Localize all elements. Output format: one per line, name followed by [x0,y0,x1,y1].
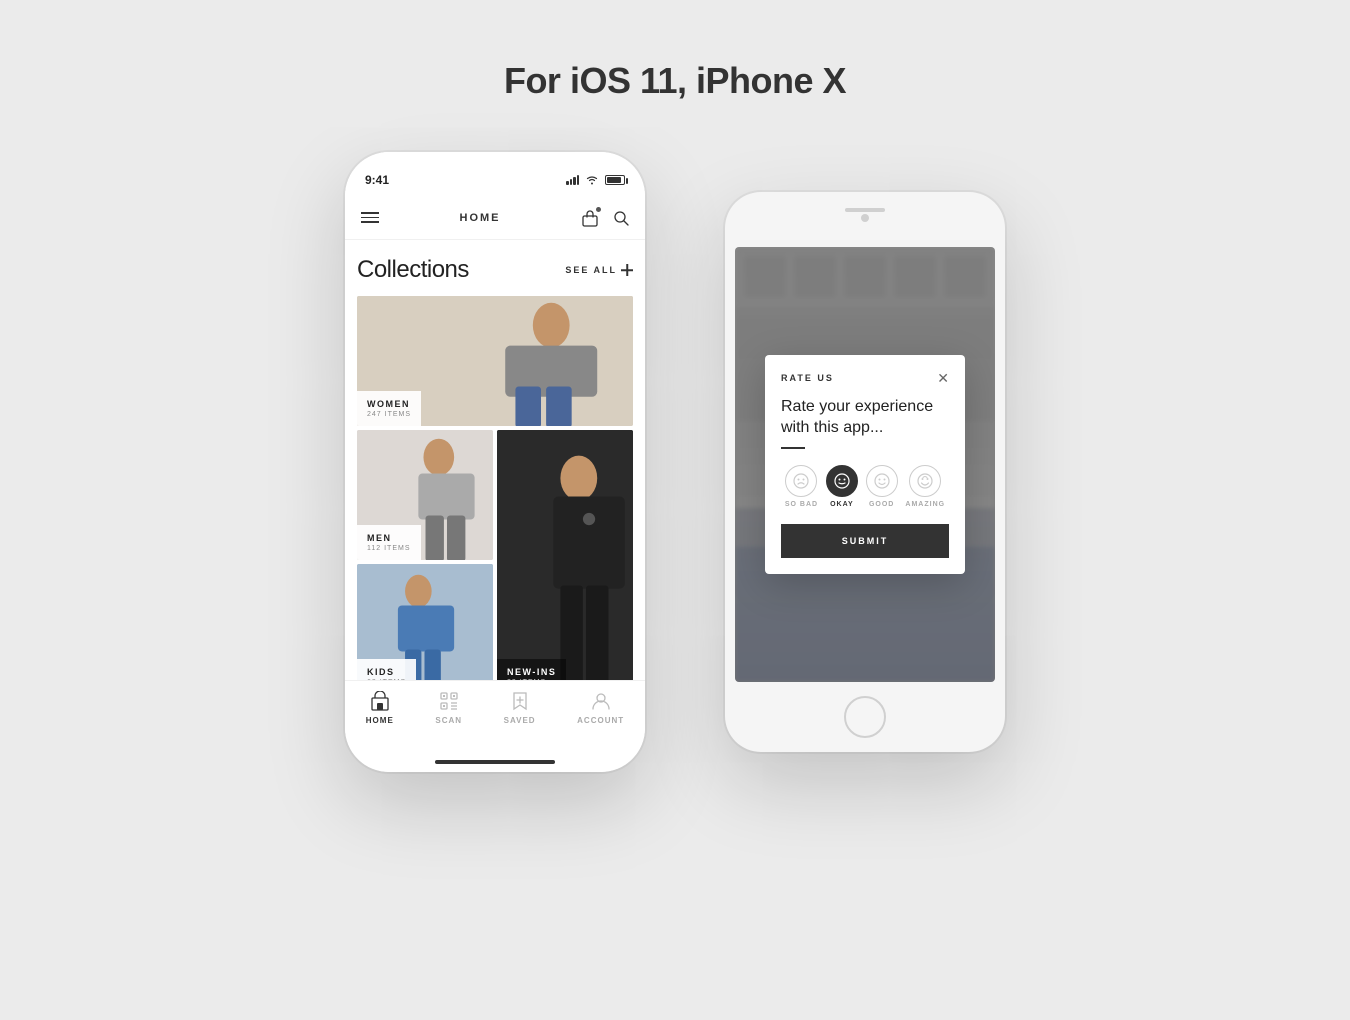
men-label: MEN 112 ITEMS [357,525,421,560]
status-time: 9:41 [365,173,389,187]
nav-icons [581,209,629,227]
front-camera [861,214,869,222]
so-bad-icon [785,465,817,497]
status-bar: 9:41 [345,152,645,196]
menu-icon[interactable] [361,212,379,223]
collections-heading: Collections [357,256,469,284]
status-icons [566,175,625,185]
close-icon[interactable]: ✕ [937,371,949,385]
women-label: WOMEN 247 ITEMS [357,391,421,426]
amazing-label: AMAZING [905,501,945,508]
collection-newins[interactable]: NEW-INS 23 ITEMS [497,430,633,680]
nav-title: HOME [460,212,501,224]
newins-label: NEW-INS 23 ITEMS [497,659,566,680]
search-icon[interactable] [613,210,629,226]
app-navbar: HOME [345,196,645,240]
newins-count: 23 ITEMS [507,679,556,680]
scan-tab-icon [437,689,461,713]
women-name: WOMEN [367,399,411,410]
modal-divider [781,447,805,449]
men-count: 112 ITEMS [367,545,411,552]
collection-kids[interactable]: KIDS 62 ITEMS [357,564,493,680]
app-content: Collections SEE ALL [345,240,645,680]
iphone-x-device: 9:41 [345,152,645,772]
women-count: 247 ITEMS [367,411,411,418]
account-tab-icon [589,689,613,713]
modal-header: RATE US ✕ [781,371,949,385]
tab-saved[interactable]: SAVED [504,689,536,725]
good-icon [866,465,898,497]
see-all-button[interactable]: SEE ALL [565,264,633,276]
kids-label: KIDS 62 ITEMS [357,659,416,680]
home-indicator [345,752,645,772]
rating-so-bad[interactable]: SO BAD [785,465,818,508]
home-tab-icon [368,689,392,713]
saved-tab-label: SAVED [504,716,536,725]
rating-amazing[interactable]: AMAZING [905,465,945,508]
collection-men[interactable]: MEN 112 ITEMS [357,430,493,560]
saved-tab-icon [508,689,532,713]
newins-name: NEW-INS [507,667,556,678]
submit-button[interactable]: SUBMIT [781,524,949,558]
scan-tab-label: SCAN [435,716,462,725]
kids-count: 62 ITEMS [367,679,406,680]
tab-bar: HOME [345,680,645,752]
home-button[interactable] [844,696,886,738]
amazing-icon [909,465,941,497]
okay-label: OKAY [830,501,854,508]
phone2-background: RATE US ✕ Rate your experience with this… [735,247,995,682]
signal-icon [566,175,579,185]
battery-icon [605,175,625,185]
newins-image [497,430,633,680]
good-label: GOOD [869,501,894,508]
tab-account[interactable]: ACCOUNT [577,689,624,725]
modal-title: RATE US [781,373,834,383]
collections-header: Collections SEE ALL [357,256,633,284]
rating-options: SO BAD [781,465,949,508]
iphone-8-device: RATE US ✕ Rate your experience with this… [725,192,1005,752]
phones-container: 9:41 [345,152,1005,772]
cart-icon[interactable] [581,209,599,227]
collection-women[interactable]: WOMEN 247 ITEMS [357,296,633,426]
account-tab-label: ACCOUNT [577,716,624,725]
plus-icon [621,264,633,276]
modal-overlay: RATE US ✕ Rate your experience with this… [735,247,995,682]
page-title: For iOS 11, iPhone X [504,60,846,102]
tab-scan[interactable]: SCAN [435,689,462,725]
rate-modal: RATE US ✕ Rate your experience with this… [765,355,965,574]
home-tab-label: HOME [366,716,394,725]
kids-name: KIDS [367,667,406,678]
okay-icon [826,465,858,497]
rating-good[interactable]: GOOD [866,465,898,508]
phone2-screen: RATE US ✕ Rate your experience with this… [735,247,995,682]
phone1-screen: 9:41 [345,152,645,772]
rating-okay[interactable]: OKAY [826,465,858,508]
modal-heading: Rate your experience with this app... [781,397,949,439]
men-name: MEN [367,533,411,544]
tab-home[interactable]: HOME [366,689,394,725]
so-bad-label: SO BAD [785,501,818,508]
wifi-icon [585,175,599,185]
collections-grid: WOMEN 247 ITEMS [357,296,633,680]
